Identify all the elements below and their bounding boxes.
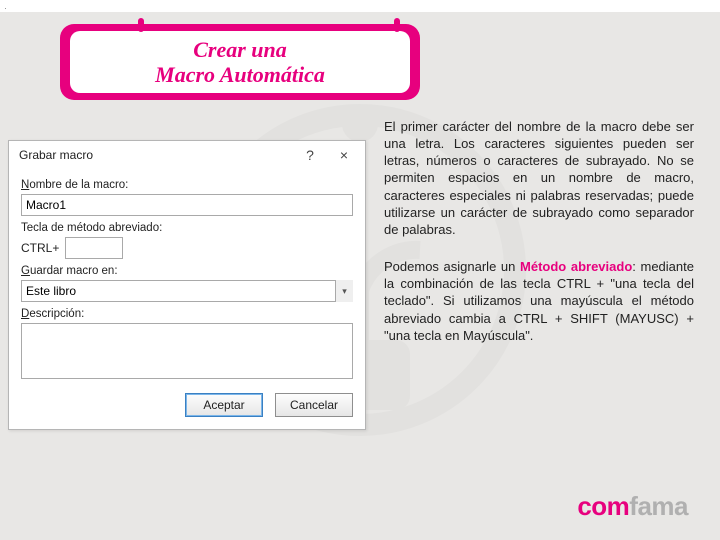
- slide-title: Crear una Macro Automática: [70, 31, 410, 93]
- description-textarea[interactable]: [21, 323, 353, 379]
- store-label: Guardar macro en:: [21, 265, 353, 277]
- tiny-dot: ·: [4, 3, 7, 13]
- shortcut-prefix: CTRL+: [21, 241, 59, 255]
- help-icon[interactable]: ?: [293, 147, 327, 163]
- cancel-button[interactable]: Cancelar: [275, 393, 353, 417]
- shortcut-label: Tecla de método abreviado:: [21, 222, 353, 234]
- record-macro-dialog: Grabar macro ? × Nombre de la macro: Tec…: [8, 140, 366, 430]
- paragraph-2: Podemos asignarle un Método abreviado: m…: [384, 258, 694, 344]
- macro-name-input[interactable]: [21, 194, 353, 216]
- description-label: Descripción:: [21, 308, 353, 320]
- brand-logo: comfama: [577, 491, 688, 522]
- explanation-text: El primer carácter del nombre de la macr…: [384, 118, 694, 364]
- store-select[interactable]: [21, 280, 353, 302]
- macro-name-label: Nombre de la macro:: [21, 179, 353, 191]
- dialog-title: Grabar macro: [19, 148, 293, 162]
- title-banner: Crear una Macro Automática: [60, 24, 420, 100]
- chevron-down-icon[interactable]: ▾: [335, 280, 353, 302]
- close-icon[interactable]: ×: [327, 147, 361, 163]
- dialog-titlebar: Grabar macro ? ×: [9, 141, 365, 169]
- paragraph-1: El primer carácter del nombre de la macr…: [384, 118, 694, 238]
- ok-button[interactable]: Aceptar: [185, 393, 263, 417]
- shortcut-input[interactable]: [65, 237, 123, 259]
